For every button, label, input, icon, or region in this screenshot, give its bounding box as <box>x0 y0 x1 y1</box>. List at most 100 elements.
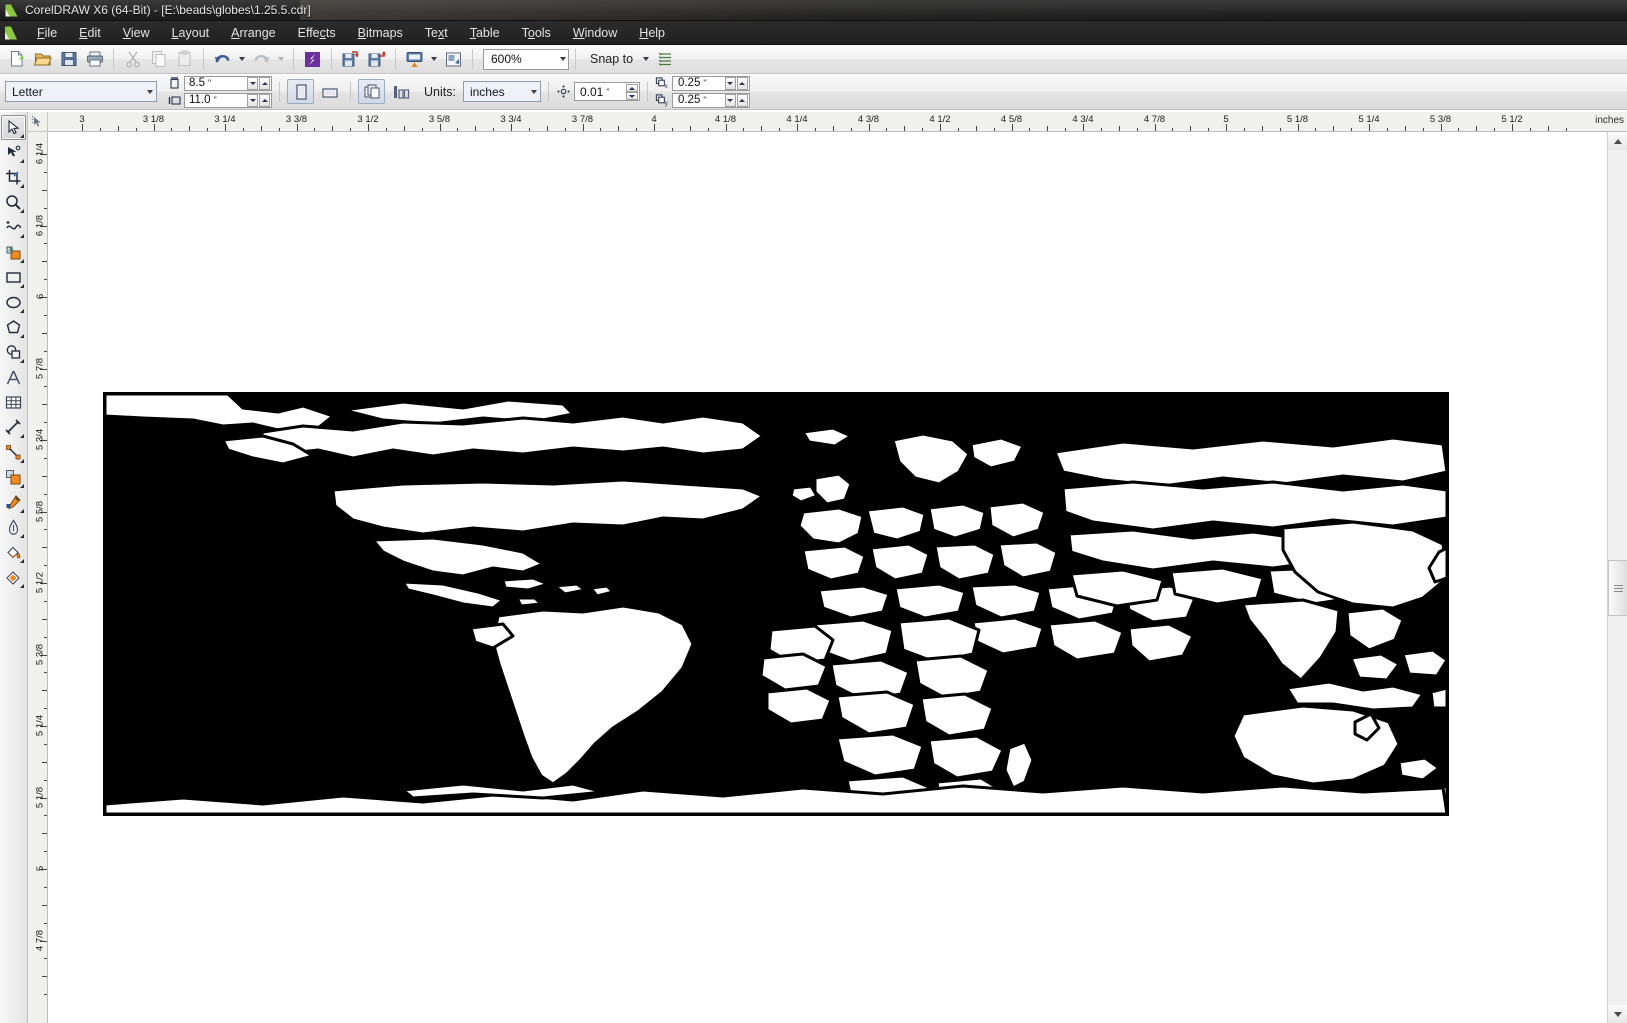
nudge-spin-down[interactable] <box>625 92 638 100</box>
publish-pdf-dropdown[interactable] <box>428 47 440 72</box>
polygon-tool[interactable] <box>1 315 26 340</box>
ellipse-tool[interactable] <box>1 290 26 315</box>
nudge-distance-field[interactable]: 0.01 " <box>573 82 640 101</box>
interactive-fill-tool[interactable] <box>1 565 26 590</box>
current-page-button[interactable] <box>387 79 414 104</box>
undo-button[interactable] <box>210 47 235 72</box>
menu-layout[interactable]: Layout <box>161 23 221 43</box>
menu-edit[interactable]: Edit <box>68 23 112 43</box>
scroll-down-arrow-icon[interactable] <box>1608 1005 1627 1023</box>
page-height-unit: " <box>213 95 217 105</box>
new-document-button[interactable] <box>4 47 29 72</box>
portrait-button[interactable] <box>287 79 314 104</box>
ruler-label: 5 1/2 <box>34 571 46 594</box>
duplicate-x-field[interactable]: 0.25 " <box>671 75 750 91</box>
pick-tool[interactable] <box>1 115 26 140</box>
print-button[interactable] <box>82 47 107 72</box>
ruler-minor-tick <box>44 565 47 567</box>
undo-history-dropdown[interactable] <box>236 47 248 72</box>
menu-help[interactable]: Help <box>628 23 676 43</box>
world-map-vector[interactable] <box>103 392 1449 816</box>
menu-view[interactable]: View <box>112 23 161 43</box>
page-width-spin-down[interactable] <box>247 76 258 90</box>
publish-pdf-button[interactable] <box>402 47 427 72</box>
table-tool[interactable] <box>1 390 26 415</box>
duplicate-x-spin-down[interactable] <box>724 76 736 90</box>
shape-tool[interactable] <box>1 140 26 165</box>
snap-to-dropdown[interactable] <box>640 47 652 72</box>
canvas-vertical-scrollbar[interactable] <box>1607 132 1627 1023</box>
save-document-button[interactable] <box>56 47 81 72</box>
cut-button[interactable] <box>120 47 145 72</box>
ruler-origin-corner[interactable] <box>28 112 48 132</box>
ruler-minor-tick <box>44 279 47 281</box>
menu-window[interactable]: Window <box>562 23 628 43</box>
basic-shapes-tool[interactable] <box>1 340 26 365</box>
copy-button[interactable] <box>146 47 171 72</box>
duplicate-y-unit: " <box>703 95 707 105</box>
vertical-scroll-thumb[interactable] <box>1608 560 1627 616</box>
scroll-up-arrow-icon[interactable] <box>1608 132 1627 150</box>
units-combobox[interactable]: inches <box>462 81 541 102</box>
ruler-label: 5 <box>34 865 46 872</box>
menu-text[interactable]: Text <box>414 23 459 43</box>
menu-bitmaps[interactable]: Bitmaps <box>347 23 414 43</box>
ruler-minor-tick <box>1279 128 1281 131</box>
outline-pen-tool[interactable] <box>1 515 26 540</box>
drawing-canvas[interactable] <box>48 132 1607 1023</box>
duplicate-x-spin-up[interactable] <box>736 76 748 90</box>
text-tool[interactable] <box>1 365 26 390</box>
app-launcher-button[interactable] <box>441 47 466 72</box>
redo-history-dropdown[interactable] <box>275 47 287 72</box>
menu-effects[interactable]: Effects <box>287 23 347 43</box>
page-height-spin-up[interactable] <box>259 93 270 107</box>
zoom-level-combobox[interactable]: 600% <box>483 48 569 70</box>
vertical-ruler[interactable]: 6 1/4 6 1/8 6 5 7/8 5 3/4 5 5/8 5 1/2 5 3/8 5 1/… <box>28 132 48 1023</box>
ruler-major-tick <box>1512 124 1513 131</box>
search-content-button[interactable] <box>300 47 325 72</box>
fill-tool[interactable] <box>1 540 26 565</box>
ruler-minor-tick <box>1404 126 1406 131</box>
menu-file[interactable]: FFileile <box>26 23 68 43</box>
toolbar-separator <box>113 49 114 69</box>
duplicate-y-spin-up[interactable] <box>736 93 748 107</box>
redo-button[interactable] <box>249 47 274 72</box>
crop-tool[interactable] <box>1 165 26 190</box>
page-height-spin-down[interactable] <box>247 93 258 107</box>
page-width-field[interactable]: 8.5 " <box>184 75 272 91</box>
blend-tool[interactable] <box>1 465 26 490</box>
rectangle-tool[interactable] <box>1 265 26 290</box>
export-button[interactable] <box>364 47 389 72</box>
ruler-minor-tick <box>42 690 47 692</box>
ruler-minor-tick <box>1047 126 1049 131</box>
ruler-minor-tick <box>44 636 47 638</box>
landscape-button[interactable] <box>316 79 343 104</box>
duplicate-y-spin-down[interactable] <box>724 93 736 107</box>
horizontal-ruler[interactable]: inches 3 3 1/8 3 1/4 3 3/8 3 1/2 3 5/8 3 3/4 3 … <box>48 112 1627 132</box>
paste-button[interactable] <box>172 47 197 72</box>
menu-arrange[interactable]: Arrange <box>220 23 286 43</box>
dimension-tool[interactable] <box>1 415 26 440</box>
import-button[interactable] <box>338 47 363 72</box>
color-eyedropper-tool[interactable] <box>1 490 26 515</box>
paper-type-combobox[interactable]: Letter <box>5 81 157 102</box>
ruler-minor-tick <box>1458 128 1460 131</box>
freehand-tool[interactable] <box>1 215 26 240</box>
connector-tool[interactable] <box>1 440 26 465</box>
duplicate-y-field[interactable]: 0.25 " <box>671 92 750 108</box>
ruler-minor-tick <box>99 128 101 131</box>
snap-to-label[interactable]: Snap to <box>582 52 639 66</box>
menu-tools[interactable]: Tools <box>511 23 562 43</box>
ruler-minor-tick <box>44 600 47 602</box>
smart-fill-tool[interactable] <box>1 240 26 265</box>
page-height-field[interactable]: 11.0 " <box>184 92 272 108</box>
ruler-minor-tick <box>42 547 47 549</box>
open-document-button[interactable] <box>30 47 55 72</box>
all-pages-button[interactable] <box>358 79 385 104</box>
page-width-spin-up[interactable] <box>259 76 270 90</box>
menu-table[interactable]: Table <box>459 23 511 43</box>
options-list-icon[interactable] <box>653 47 678 72</box>
ruler-major-tick <box>439 124 441 131</box>
nudge-spin-up[interactable] <box>625 84 638 92</box>
zoom-tool[interactable] <box>1 190 26 215</box>
